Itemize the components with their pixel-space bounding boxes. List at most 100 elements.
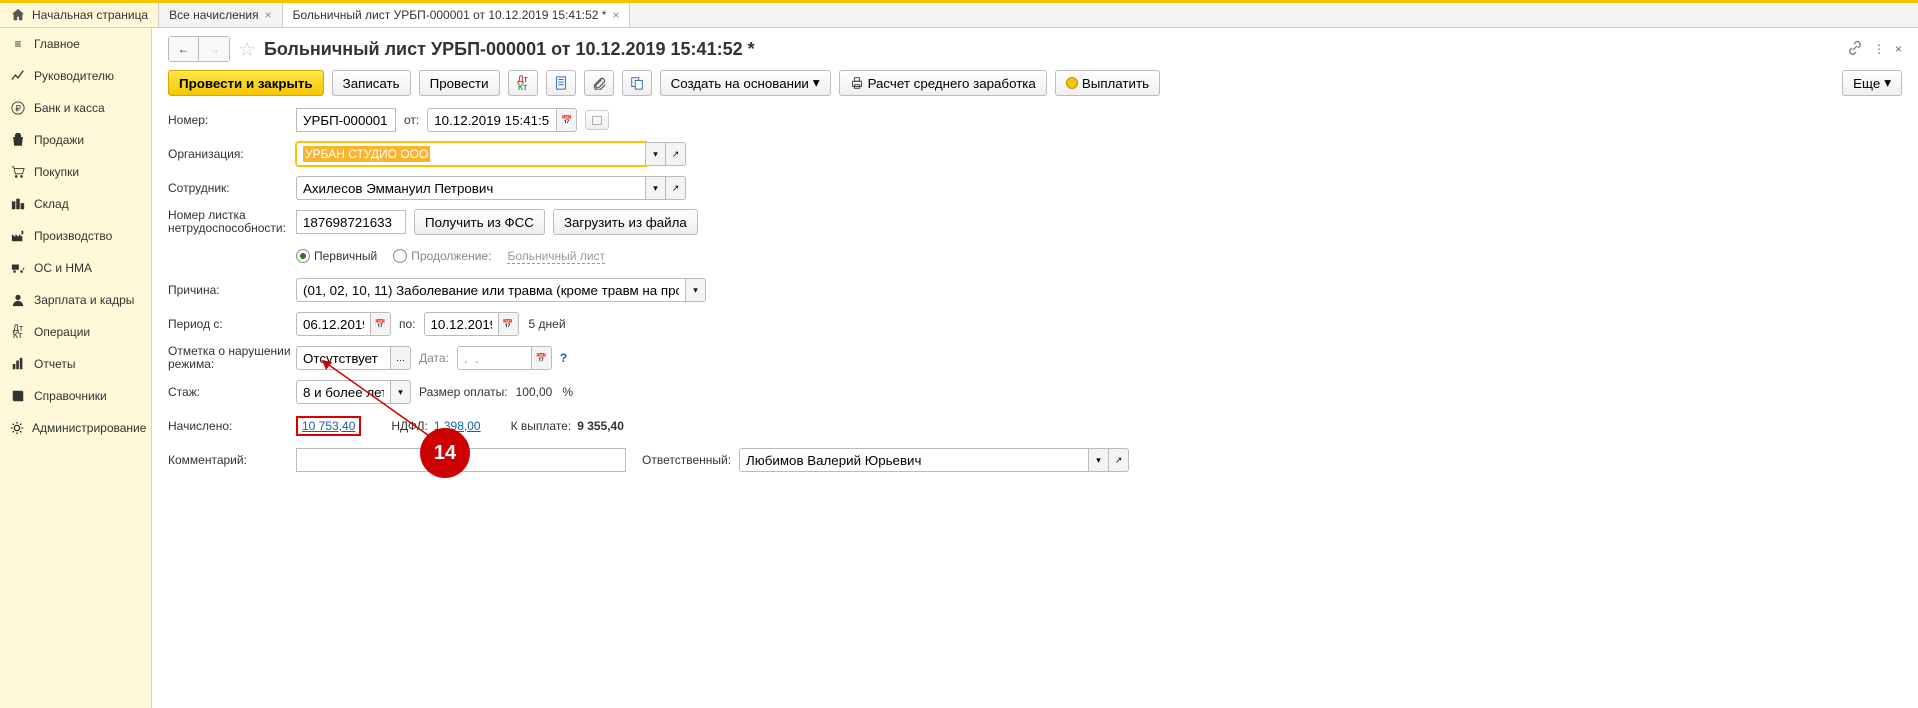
sheet-no-label: Номер листка нетрудоспособности: [168, 209, 296, 235]
calendar-extra-icon[interactable] [585, 110, 609, 130]
close-icon[interactable]: × [265, 8, 272, 22]
open-icon[interactable]: ↗ [666, 176, 686, 200]
experience-label: Стаж: [168, 385, 296, 399]
link-icon[interactable] [1847, 40, 1863, 59]
org-input[interactable]: УРБАН СТУДИО ООО [296, 142, 646, 166]
post-button[interactable]: Провести [419, 70, 500, 96]
pay-button[interactable]: Выплатить [1055, 70, 1160, 96]
help-icon[interactable]: ? [560, 351, 567, 365]
load-file-button[interactable]: Загрузить из файла [553, 209, 698, 235]
nav-buttons: ← → [168, 36, 230, 62]
ruble-icon: ₽ [10, 100, 26, 116]
sidebar-item-salary[interactable]: Зарплата и кадры [0, 284, 151, 316]
sidebar-item-manager[interactable]: Руководителю [0, 60, 151, 92]
number-label: Номер: [168, 113, 296, 127]
sidebar-item-directories[interactable]: Справочники [0, 380, 151, 412]
open-icon[interactable]: ↗ [666, 142, 686, 166]
warehouse-icon [10, 196, 26, 212]
annotation-number: 14 [434, 442, 456, 465]
document-tabs: Все начисления × Больничный лист УРБП-00… [159, 3, 1918, 27]
dropdown-icon[interactable]: ▾ [1089, 448, 1109, 472]
sidebar-item-warehouse[interactable]: Склад [0, 188, 151, 220]
sidebar-item-label: Справочники [34, 389, 107, 403]
attach-icon-button[interactable] [584, 70, 614, 96]
dropdown-icon[interactable]: ▾ [391, 380, 411, 404]
period-from-label: Период с: [168, 317, 296, 331]
top-tabbar: Начальная страница Все начисления × Боль… [0, 0, 1918, 28]
coin-icon [1066, 77, 1078, 89]
ellipsis-icon[interactable]: … [391, 346, 411, 370]
close-document-icon[interactable]: × [1895, 42, 1902, 56]
sheet-no-input[interactable] [296, 210, 406, 234]
more-button[interactable]: Еще ▾ [1842, 70, 1902, 96]
home-tab[interactable]: Начальная страница [0, 3, 159, 27]
sidebar-item-label: Производство [34, 229, 112, 243]
printer-icon [850, 76, 864, 90]
period-to-input[interactable] [424, 312, 499, 336]
button-label: Еще [1853, 76, 1880, 91]
calendar-icon[interactable]: 📅 [557, 108, 577, 132]
calendar-icon[interactable]: 📅 [499, 312, 519, 336]
number-input[interactable] [296, 108, 396, 132]
copy-icon-button[interactable] [622, 70, 652, 96]
create-based-button[interactable]: Создать на основании ▾ [660, 70, 831, 96]
calc-average-button[interactable]: Расчет среднего заработка [839, 70, 1047, 96]
responsible-label: Ответственный: [642, 453, 731, 467]
button-label: Выплатить [1082, 76, 1149, 91]
violation-date-input[interactable] [457, 346, 532, 370]
pay-size-label: Размер оплаты: [419, 385, 508, 399]
get-fss-button[interactable]: Получить из ФСС [414, 209, 545, 235]
back-button[interactable]: ← [169, 37, 199, 61]
accrued-link[interactable]: 10 753,40 [302, 419, 355, 433]
continuation-radio[interactable]: Продолжение: [393, 249, 491, 263]
days-text: 5 дней [529, 317, 566, 331]
employee-input[interactable] [296, 176, 646, 200]
reason-label: Причина: [168, 283, 296, 297]
document-icon-button[interactable] [546, 70, 576, 96]
period-to-label: по: [399, 317, 416, 331]
sidebar-item-sales[interactable]: Продажи [0, 124, 151, 156]
tab-all-accruals[interactable]: Все начисления × [159, 3, 283, 27]
sidebar-item-label: Покупки [34, 165, 79, 179]
calendar-icon[interactable]: 📅 [532, 346, 552, 370]
gear-icon [10, 420, 24, 436]
experience-input[interactable] [296, 380, 391, 404]
sidebar-item-admin[interactable]: Администрирование [0, 412, 151, 444]
continuation-link[interactable]: Больничный лист [507, 249, 605, 264]
dropdown-icon[interactable]: ▾ [646, 142, 666, 166]
post-and-close-button[interactable]: Провести и закрыть [168, 70, 324, 96]
sidebar-item-label: Руководителю [34, 69, 114, 83]
violation-input[interactable] [296, 346, 391, 370]
open-icon[interactable]: ↗ [1109, 448, 1129, 472]
dropdown-icon[interactable]: ▾ [646, 176, 666, 200]
dropdown-icon[interactable]: ▾ [686, 278, 706, 302]
sidebar-item-bank[interactable]: ₽Банк и касса [0, 92, 151, 124]
more-menu-icon[interactable]: ⋮ [1873, 42, 1885, 56]
save-button[interactable]: Записать [332, 70, 411, 96]
calendar-icon[interactable]: 📅 [371, 312, 391, 336]
sidebar-item-assets[interactable]: ОС и НМА [0, 252, 151, 284]
forward-button[interactable]: → [199, 37, 229, 61]
home-icon [10, 7, 26, 23]
dt-kt-icon-button[interactable]: ДтКт [508, 70, 538, 96]
sidebar-item-production[interactable]: Производство [0, 220, 151, 252]
sidebar-item-operations[interactable]: ДтКтОперации [0, 316, 151, 348]
document-title: Больничный лист УРБП-000001 от 10.12.201… [264, 39, 755, 60]
favorite-icon[interactable]: ☆ [238, 37, 256, 62]
period-from-input[interactable] [296, 312, 371, 336]
responsible-input[interactable] [739, 448, 1089, 472]
sidebar-item-label: Зарплата и кадры [34, 293, 134, 307]
to-pay-label: К выплате: [511, 419, 572, 433]
radio-label: Продолжение: [411, 249, 491, 263]
person-icon [10, 292, 26, 308]
sidebar-item-main[interactable]: ≡Главное [0, 28, 151, 60]
violation-date-label: Дата: [419, 351, 449, 365]
sidebar-item-reports[interactable]: Отчеты [0, 348, 151, 380]
reason-input[interactable] [296, 278, 686, 302]
close-icon[interactable]: × [612, 8, 619, 22]
sidebar-item-label: Отчеты [34, 357, 75, 371]
primary-radio[interactable]: Первичный [296, 249, 377, 263]
date-input[interactable] [427, 108, 557, 132]
tab-sick-leave[interactable]: Больничный лист УРБП-000001 от 10.12.201… [283, 3, 631, 27]
sidebar-item-purchases[interactable]: Покупки [0, 156, 151, 188]
